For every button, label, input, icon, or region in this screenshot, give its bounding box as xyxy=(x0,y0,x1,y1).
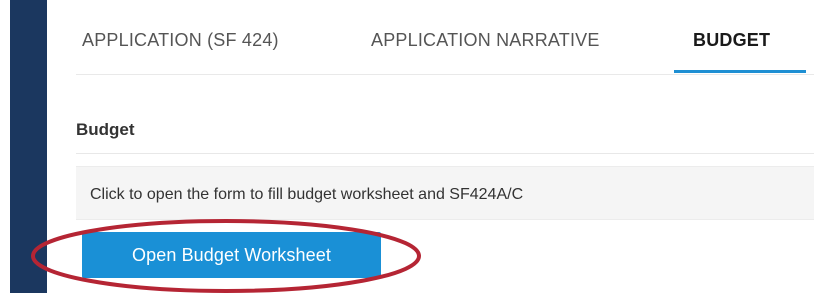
active-tab-indicator xyxy=(674,70,806,73)
section-divider xyxy=(76,153,814,154)
tab-application-narrative[interactable]: APPLICATION NARRATIVE xyxy=(371,30,600,74)
tab-bar: APPLICATION (SF 424) APPLICATION NARRATI… xyxy=(76,0,814,75)
instruction-text: Click to open the form to fill budget wo… xyxy=(90,186,524,203)
instruction-banner: Click to open the form to fill budget wo… xyxy=(76,166,814,220)
left-nav-bar xyxy=(10,0,47,293)
page-left-edge xyxy=(0,0,10,293)
tab-budget[interactable]: BUDGET xyxy=(693,30,770,74)
open-budget-worksheet-button[interactable]: Open Budget Worksheet xyxy=(82,232,381,278)
tab-application-sf424[interactable]: APPLICATION (SF 424) xyxy=(82,30,279,74)
section-title: Budget xyxy=(76,120,135,139)
